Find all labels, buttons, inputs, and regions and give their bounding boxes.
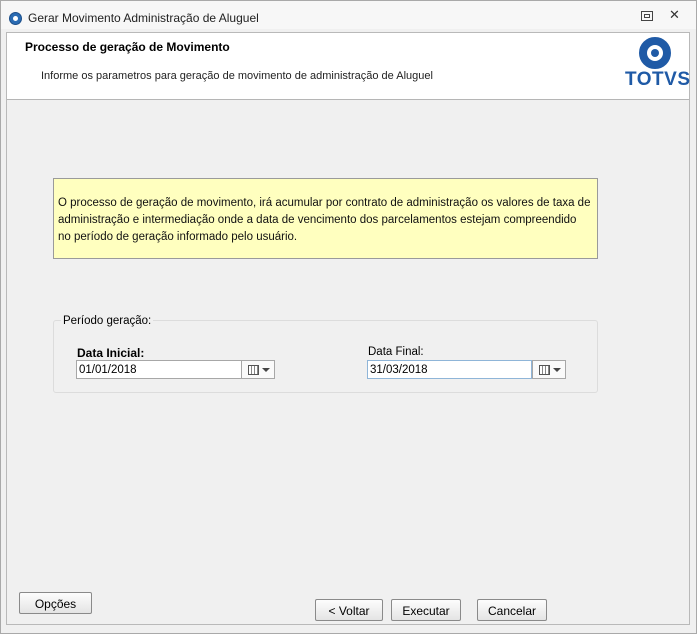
options-button[interactable]: Opções	[19, 592, 92, 614]
wizard-panel: Processo de geração de Movimento Informe…	[6, 32, 690, 625]
info-message: O processo de geração de movimento, irá …	[53, 178, 598, 259]
wizard-header: Processo de geração de Movimento Informe…	[7, 33, 691, 100]
window-title: Gerar Movimento Administração de Aluguel	[28, 11, 259, 25]
cancel-button[interactable]: Cancelar	[477, 599, 547, 621]
chevron-down-icon	[262, 368, 270, 372]
end-date-field[interactable]	[367, 360, 532, 379]
execute-button[interactable]: Executar	[391, 599, 461, 621]
app-icon	[9, 12, 22, 25]
period-group-label: Período geração:	[61, 315, 154, 327]
start-date-field[interactable]	[76, 360, 242, 379]
back-button[interactable]: < Voltar	[315, 599, 383, 621]
dialog-window: Gerar Movimento Administração de Aluguel…	[0, 0, 697, 634]
end-date-label: Data Final:	[368, 346, 424, 358]
totvs-logo	[639, 37, 671, 69]
restore-icon[interactable]	[641, 11, 653, 21]
end-date-calendar-button[interactable]	[532, 360, 566, 379]
totvs-logo-text: TOTVS	[625, 69, 691, 90]
start-date-label: Data Inicial:	[77, 346, 145, 360]
calendar-icon	[248, 365, 259, 375]
start-date-calendar-button[interactable]	[241, 360, 275, 379]
title-bar[interactable]: Gerar Movimento Administração de Aluguel…	[1, 1, 696, 29]
close-icon[interactable]: ✕	[669, 7, 680, 23]
page-subtitle: Informe os parametros para geração de mo…	[41, 70, 433, 82]
page-title: Processo de geração de Movimento	[25, 40, 230, 54]
calendar-icon	[539, 365, 550, 375]
chevron-down-icon	[553, 368, 561, 372]
